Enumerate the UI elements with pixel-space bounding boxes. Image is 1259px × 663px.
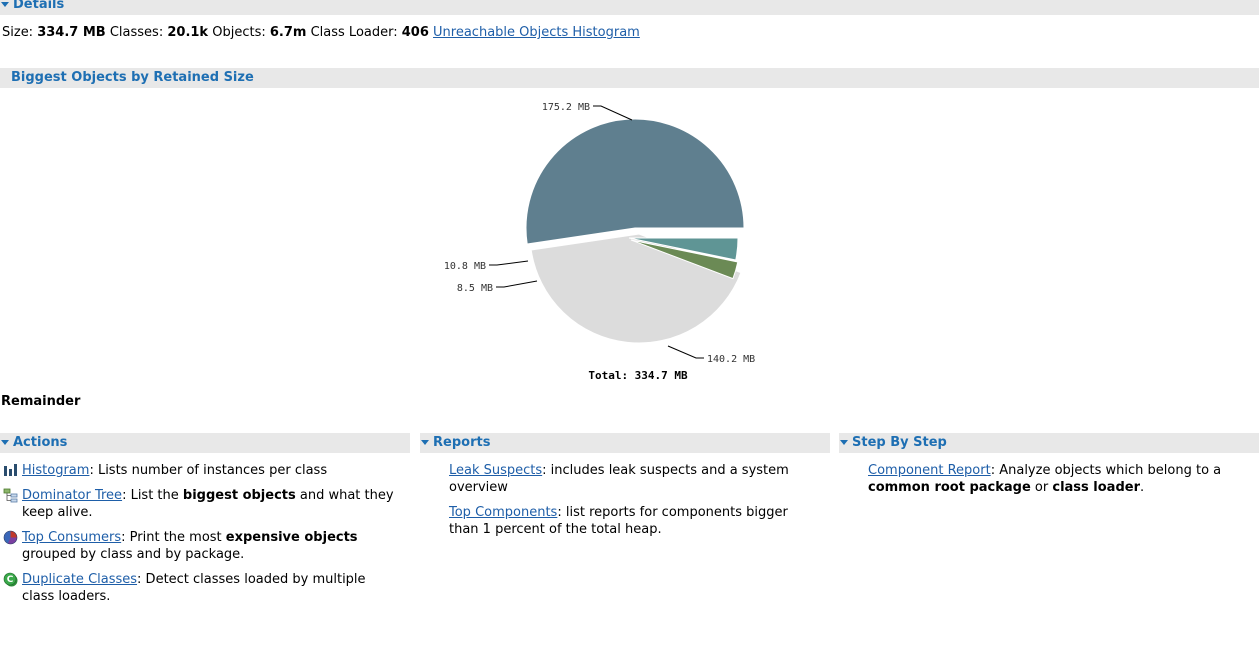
pie-slice[interactable] — [525, 118, 745, 245]
classes-label: Classes: — [109, 25, 164, 40]
slice-label: 140.2 MB — [707, 354, 755, 365]
top-consumers-icon[interactable] — [3, 530, 18, 545]
step-by-step-list: Component Report: Analyze objects which … — [839, 462, 1251, 504]
unreachable-objects-histogram-link[interactable]: Unreachable Objects Histogram — [433, 25, 640, 40]
details-summary: Size: 334.7 MB Classes: 20.1k Objects: 6… — [2, 24, 640, 42]
biggest-objects-header: Biggest Objects by Retained Size — [0, 68, 1259, 88]
actions-item-text: : Lists number of instances per class — [89, 463, 328, 478]
dominator-tree-link[interactable]: Dominator Tree — [22, 488, 122, 503]
classes-value: 20.1k — [167, 25, 209, 40]
actions-item: Top Consumers: Print the most expensive … — [0, 529, 400, 563]
actions-item-text: biggest objects — [182, 488, 296, 503]
remainder-label: Remainder — [1, 394, 81, 409]
duplicate-classes-link[interactable]: Duplicate Classes — [22, 572, 137, 587]
step-by-step-item-text: or — [1030, 480, 1053, 495]
size-label: Size: — [2, 25, 34, 40]
histogram-icon[interactable] — [3, 463, 18, 478]
step-by-step-item-text: : Analyze objects which belong to a — [990, 463, 1222, 478]
step-by-step-item-text: common root package — [868, 480, 1031, 495]
duplicate-classes-icon[interactable]: C — [3, 572, 18, 587]
leak-suspects-link[interactable]: Leak Suspects — [449, 463, 542, 478]
step-by-step-item-text: class loader — [1052, 480, 1140, 495]
reports-header[interactable]: Reports — [420, 433, 830, 453]
retained-size-pie-chart: 175.2 MB 140.2 MB 8.5 MB 10.8 MB Total: 334.… — [444, 102, 755, 382]
details-header-label: Details — [13, 0, 65, 12]
expand-triangle-icon[interactable] — [421, 439, 429, 445]
actions-item-text: : Print the most — [121, 530, 226, 545]
actions-item: Histogram: Lists number of instances per… — [0, 462, 400, 479]
classloader-label: Class Loader: — [310, 25, 398, 40]
slice-label: 8.5 MB — [457, 283, 493, 294]
svg-text:C: C — [7, 575, 14, 585]
step-by-step-header-label: Step By Step — [852, 435, 947, 450]
actions-item-text: : List the — [122, 488, 183, 503]
reports-item: Leak Suspects: includes leak suspects an… — [420, 462, 820, 496]
expand-triangle-icon[interactable] — [840, 439, 848, 445]
reports-header-label: Reports — [433, 435, 491, 450]
slice-leader-line — [667, 345, 704, 359]
details-header[interactable]: Details — [0, 0, 1259, 15]
slice-leader-line — [593, 105, 633, 121]
step-by-step-item-text: . — [1140, 480, 1145, 495]
top-components-link[interactable]: Top Components — [449, 505, 557, 520]
reports-item: Top Components: list reports for compone… — [420, 504, 820, 538]
objects-value: 6.7m — [269, 25, 307, 40]
actions-item-text: expensive objects — [225, 530, 358, 545]
actions-item: C Duplicate Classes: Detect classes loade… — [0, 571, 400, 605]
size-value: 334.7 MB — [37, 25, 106, 40]
actions-list: Histogram: Lists number of instances per… — [0, 462, 400, 613]
biggest-objects-header-label: Biggest Objects by Retained Size — [11, 70, 254, 85]
slice-label: 10.8 MB — [444, 261, 486, 272]
slice-label: 175.2 MB — [542, 102, 590, 113]
expand-triangle-icon[interactable] — [1, 1, 9, 7]
actions-item-text: grouped by class and by package. — [22, 547, 245, 562]
classloader-value: 406 — [401, 25, 429, 40]
actions-header[interactable]: Actions — [0, 433, 410, 453]
actions-header-label: Actions — [13, 435, 68, 450]
top-consumers-link[interactable]: Top Consumers — [22, 530, 121, 545]
slice-leader-line — [489, 260, 529, 266]
slice-leader-line — [496, 280, 538, 288]
step-by-step-item: Component Report: Analyze objects which … — [839, 462, 1251, 496]
reports-list: Leak Suspects: includes leak suspects an… — [420, 462, 820, 546]
histogram-link[interactable]: Histogram — [22, 463, 89, 478]
expand-triangle-icon[interactable] — [1, 439, 9, 445]
dominator-tree-icon[interactable] — [3, 488, 18, 503]
step-by-step-header[interactable]: Step By Step — [839, 433, 1259, 453]
pie-total-label: Total: 334.7 MB — [588, 369, 688, 382]
objects-label: Objects: — [212, 25, 266, 40]
actions-item: Dominator Tree: List the biggest objects… — [0, 487, 400, 521]
component-report-link[interactable]: Component Report — [868, 463, 991, 478]
